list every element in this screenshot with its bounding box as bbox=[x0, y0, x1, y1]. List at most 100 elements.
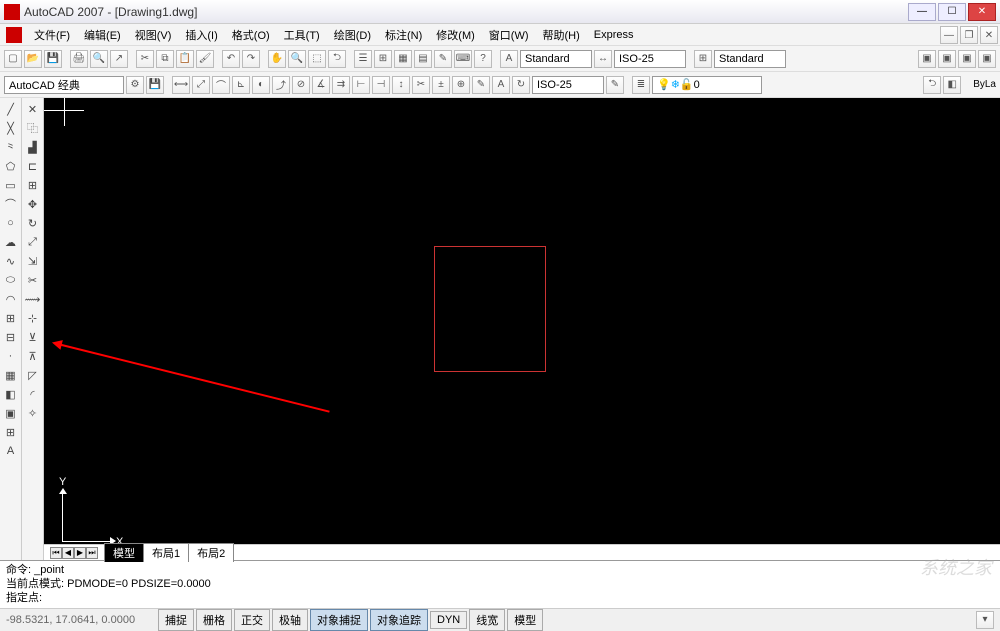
matchprop-icon[interactable]: 🖌 bbox=[196, 50, 214, 68]
layer-prev-icon[interactable]: ⮌ bbox=[923, 76, 941, 94]
dimstyle-select[interactable]: ISO-25 bbox=[614, 50, 686, 68]
status-model[interactable]: 模型 bbox=[507, 609, 543, 631]
rectangle-icon[interactable]: ▭ bbox=[2, 176, 20, 194]
table-icon[interactable]: ⊞ bbox=[2, 423, 20, 441]
point-icon[interactable]: · bbox=[2, 347, 20, 365]
menu-modify[interactable]: 修改(M) bbox=[430, 25, 481, 45]
menu-file[interactable]: 文件(F) bbox=[28, 25, 76, 45]
cut-icon[interactable]: ✂ bbox=[136, 50, 154, 68]
redo-icon[interactable]: ↷ bbox=[242, 50, 260, 68]
break-icon[interactable]: ⊻ bbox=[24, 328, 42, 346]
workspace-settings-icon[interactable]: ⚙ bbox=[126, 76, 144, 94]
dim-jogged-icon[interactable]: ⤴ bbox=[272, 76, 290, 94]
design-center-icon[interactable]: ⊞ bbox=[374, 50, 392, 68]
menu-edit[interactable]: 编辑(E) bbox=[78, 25, 127, 45]
publish-icon[interactable]: ↗ bbox=[110, 50, 128, 68]
offset-icon[interactable]: ⊏ bbox=[24, 157, 42, 175]
tab-model[interactable]: 模型 bbox=[104, 543, 144, 562]
dim-update-icon[interactable]: ↻ bbox=[512, 76, 530, 94]
tool-palette-icon[interactable]: ▦ bbox=[394, 50, 412, 68]
new-file-icon[interactable]: ▢ bbox=[4, 50, 22, 68]
zoom-icon[interactable]: 🔍 bbox=[288, 50, 306, 68]
xline-icon[interactable]: ╳ bbox=[2, 119, 20, 137]
dimstyle-icon[interactable]: ↔ bbox=[594, 50, 612, 68]
revcloud-icon[interactable]: ☁ bbox=[2, 233, 20, 251]
dim-radius-icon[interactable]: ◐ bbox=[252, 76, 270, 94]
drawing-canvas[interactable]: Y X ⏮ ◀ ▶ ⏭ 模型 布局1 布局2 bbox=[44, 98, 1000, 560]
zoom-prev-icon[interactable]: ⮌ bbox=[328, 50, 346, 68]
dim-continue-icon[interactable]: ⊣ bbox=[372, 76, 390, 94]
maximize-button[interactable]: ☐ bbox=[938, 3, 966, 21]
stretch-icon[interactable]: ⇲ bbox=[24, 252, 42, 270]
status-lwt[interactable]: 线宽 bbox=[469, 609, 505, 631]
block3-icon[interactable]: ▣ bbox=[958, 50, 976, 68]
region-icon[interactable]: ▣ bbox=[2, 404, 20, 422]
open-file-icon[interactable]: 📂 bbox=[24, 50, 42, 68]
mdi-close-button[interactable]: ✕ bbox=[980, 26, 998, 44]
extend-icon[interactable]: ⟿ bbox=[24, 290, 42, 308]
block-icon[interactable]: ▣ bbox=[918, 50, 936, 68]
ellipse-icon[interactable]: ⬭ bbox=[2, 271, 20, 289]
scale-icon[interactable]: ⤢ bbox=[24, 233, 42, 251]
insert-block-icon[interactable]: ⊞ bbox=[2, 309, 20, 327]
dim-ordinate-icon[interactable]: ⊾ bbox=[232, 76, 250, 94]
command-line[interactable]: 命令: _point 当前点模式: PDMODE=0 PDSIZE=0.0000… bbox=[0, 560, 1000, 608]
join-icon[interactable]: ⊼ bbox=[24, 347, 42, 365]
dim-linear-icon[interactable]: ⟷ bbox=[172, 76, 190, 94]
hatch-icon[interactable]: ▦ bbox=[2, 366, 20, 384]
copy-icon[interactable]: ⧉ bbox=[156, 50, 174, 68]
tablestyle-icon[interactable]: ⊞ bbox=[694, 50, 712, 68]
mdi-restore-button[interactable]: ❐ bbox=[960, 26, 978, 44]
block2-icon[interactable]: ▣ bbox=[938, 50, 956, 68]
dim-break-icon[interactable]: ✂ bbox=[412, 76, 430, 94]
help-icon[interactable]: ? bbox=[474, 50, 492, 68]
mtext-icon[interactable]: A bbox=[2, 442, 20, 460]
dim-diameter-icon[interactable]: ⊘ bbox=[292, 76, 310, 94]
tab-first-icon[interactable]: ⏮ bbox=[50, 547, 62, 559]
dim-tedit-icon[interactable]: A bbox=[492, 76, 510, 94]
workspace-save-icon[interactable]: 💾 bbox=[146, 76, 164, 94]
workspace-select[interactable]: AutoCAD 经典 bbox=[4, 76, 124, 94]
status-dyn[interactable]: DYN bbox=[430, 611, 467, 629]
menu-view[interactable]: 视图(V) bbox=[129, 25, 178, 45]
tab-next-icon[interactable]: ▶ bbox=[74, 547, 86, 559]
textstyle-select[interactable]: Standard bbox=[520, 50, 592, 68]
tablestyle-select[interactable]: Standard bbox=[714, 50, 786, 68]
menu-format[interactable]: 格式(O) bbox=[226, 25, 276, 45]
tab-layout1[interactable]: 布局1 bbox=[143, 543, 189, 562]
layer-select[interactable]: 💡❄🔓 0 bbox=[652, 76, 762, 94]
block4-icon[interactable]: ▣ bbox=[978, 50, 996, 68]
spline-icon[interactable]: ∿ bbox=[2, 252, 20, 270]
tab-layout2[interactable]: 布局2 bbox=[188, 543, 234, 562]
dim-space-icon[interactable]: ↕ bbox=[392, 76, 410, 94]
circle-icon[interactable]: ○ bbox=[2, 214, 20, 232]
markup-icon[interactable]: ✎ bbox=[434, 50, 452, 68]
dimstyle2-select[interactable]: ISO-25 bbox=[532, 76, 604, 94]
dim-aligned-icon[interactable]: ⤢ bbox=[192, 76, 210, 94]
textstyle-icon[interactable]: A bbox=[500, 50, 518, 68]
status-polar[interactable]: 极轴 bbox=[272, 609, 308, 631]
arc-icon[interactable]: ⌒ bbox=[2, 195, 20, 213]
centermark-icon[interactable]: ⊕ bbox=[452, 76, 470, 94]
menu-window[interactable]: 窗口(W) bbox=[483, 25, 535, 45]
dim-edit-icon[interactable]: ✎ bbox=[472, 76, 490, 94]
break-point-icon[interactable]: ⊹ bbox=[24, 309, 42, 327]
dim-arc-icon[interactable]: ⌒ bbox=[212, 76, 230, 94]
dim-angular-icon[interactable]: ∡ bbox=[312, 76, 330, 94]
status-ortho[interactable]: 正交 bbox=[234, 609, 270, 631]
preview-icon[interactable]: 🔍 bbox=[90, 50, 108, 68]
dim-baseline-icon[interactable]: ⊢ bbox=[352, 76, 370, 94]
menu-tools[interactable]: 工具(T) bbox=[278, 25, 326, 45]
explode-icon[interactable]: ✧ bbox=[24, 404, 42, 422]
mirror-icon[interactable]: ▟ bbox=[24, 138, 42, 156]
menu-express[interactable]: Express bbox=[588, 27, 640, 43]
mdi-minimize-button[interactable]: — bbox=[940, 26, 958, 44]
zoom-window-icon[interactable]: ⬚ bbox=[308, 50, 326, 68]
polyline-icon[interactable]: ⺀ bbox=[2, 138, 20, 156]
polygon-icon[interactable]: ⬠ bbox=[2, 157, 20, 175]
plot-icon[interactable]: 🖨 bbox=[70, 50, 88, 68]
layer-manager-icon[interactable]: ≣ bbox=[632, 76, 650, 94]
menu-help[interactable]: 帮助(H) bbox=[537, 25, 586, 45]
line-icon[interactable]: ╱ bbox=[2, 100, 20, 118]
copy-obj-icon[interactable]: ⿻ bbox=[24, 119, 42, 137]
